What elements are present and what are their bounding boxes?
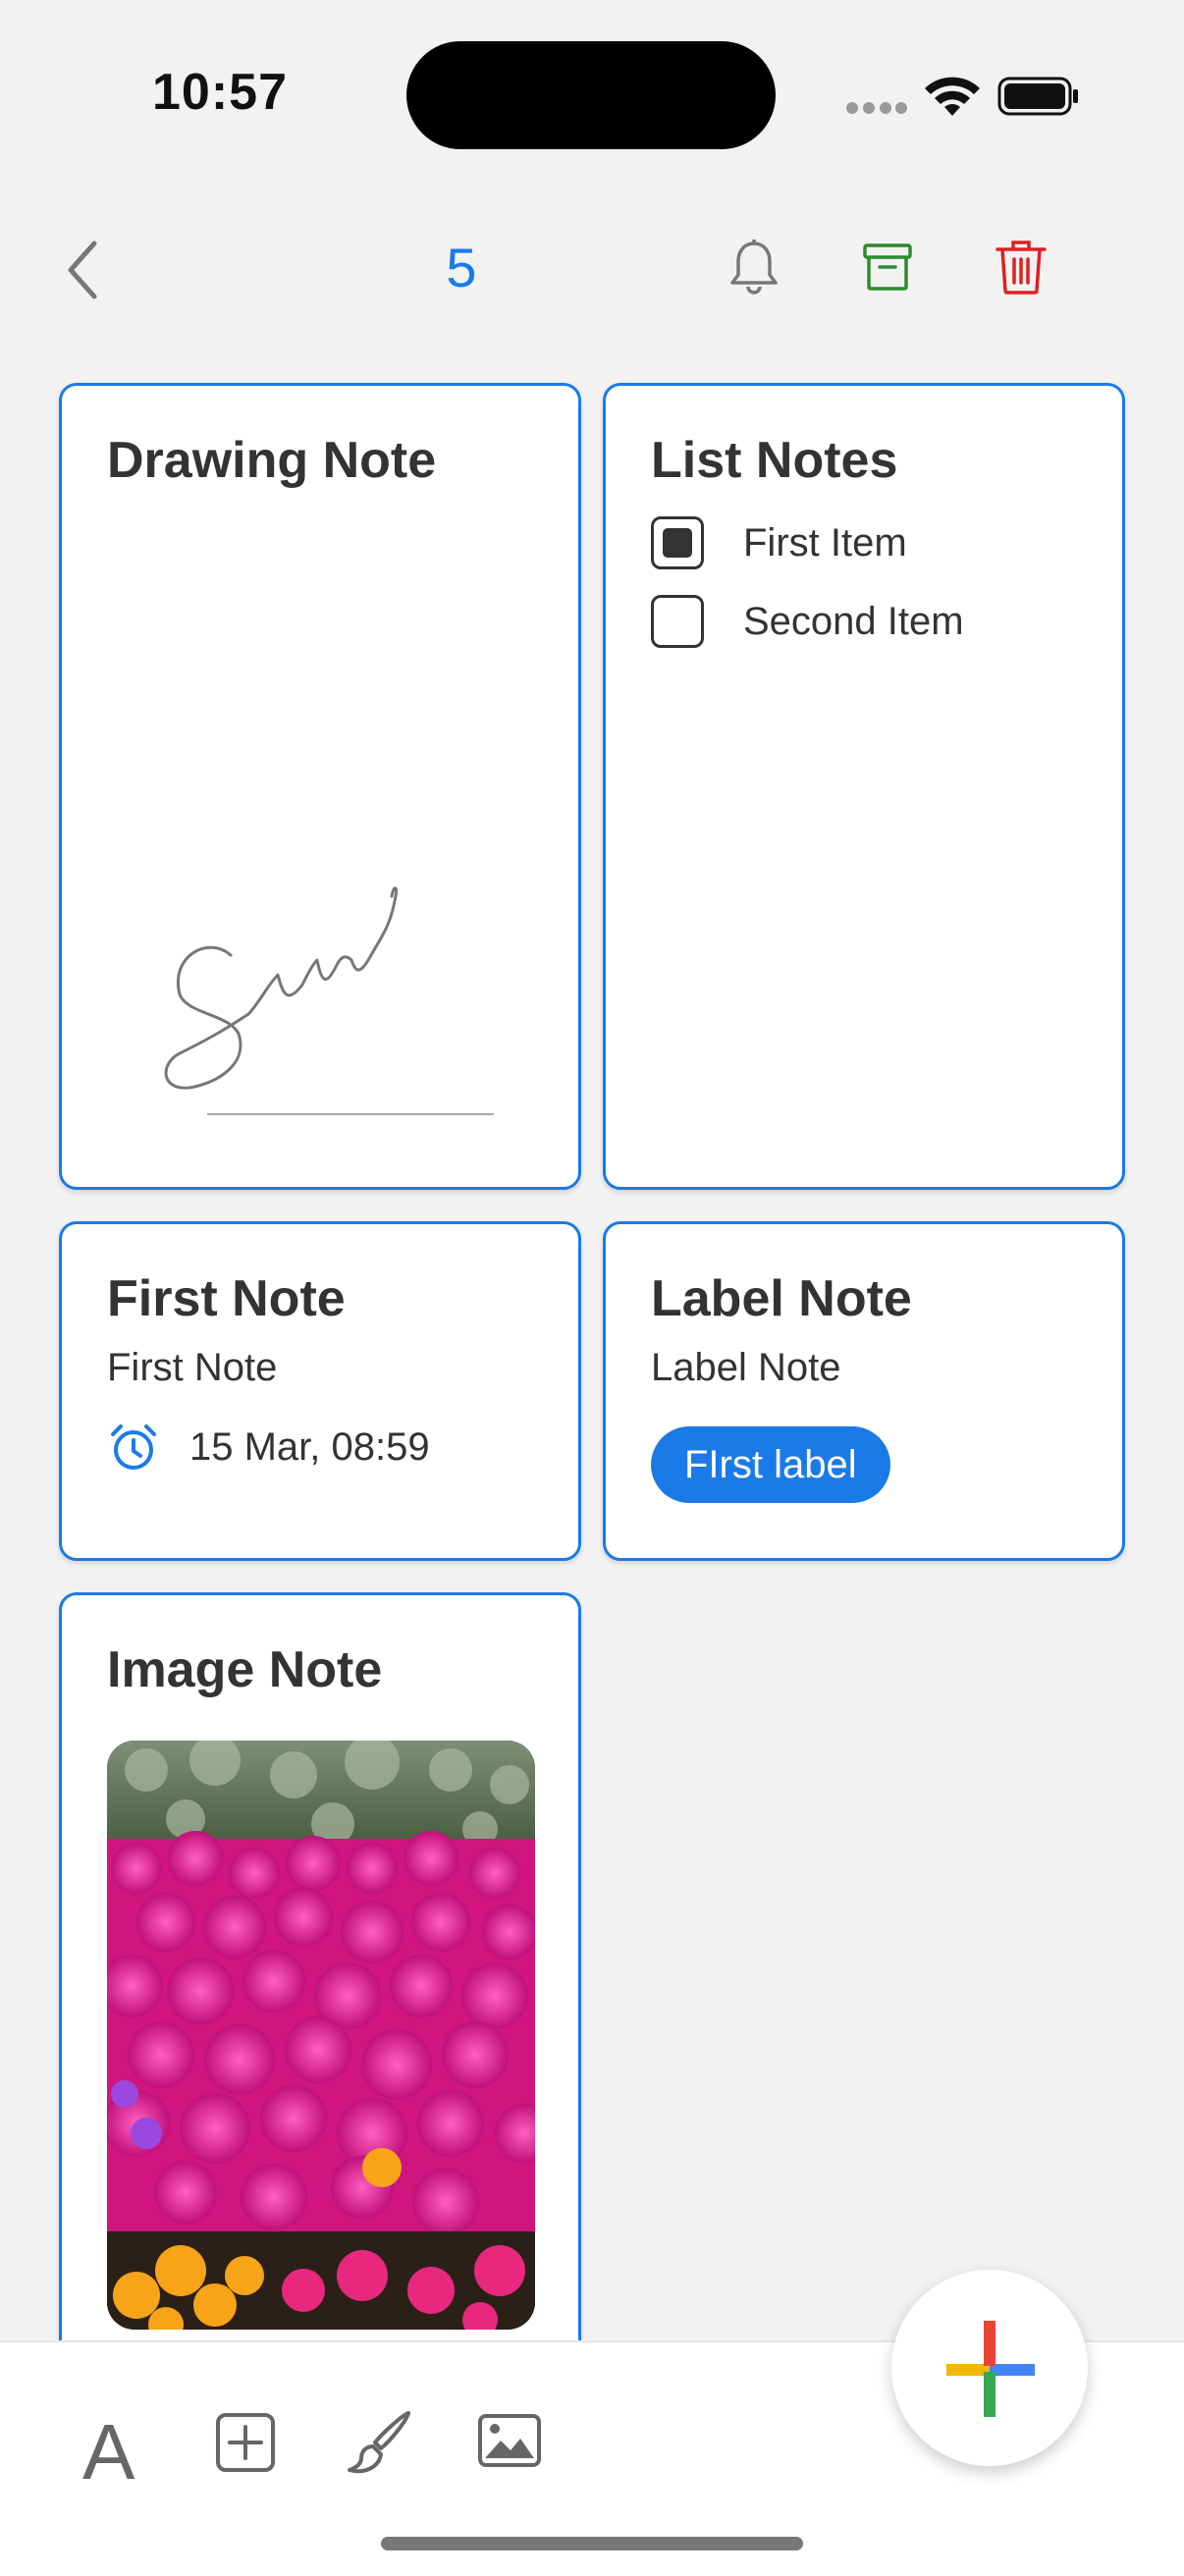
image-icon[interactable]: [477, 2413, 542, 2468]
note-title: Drawing Note: [107, 432, 437, 489]
wifi-icon: [925, 77, 980, 116]
note-image: [107, 1741, 535, 2330]
brush-icon[interactable]: [344, 2407, 414, 2478]
add-note-fab[interactable]: [891, 2270, 1088, 2466]
text-format-icon[interactable]: A: [82, 2413, 135, 2492]
archive-icon[interactable]: [862, 242, 913, 293]
list-item[interactable]: Second Item: [651, 592, 964, 651]
dynamic-island: [406, 41, 776, 149]
note-body: Label Note: [651, 1346, 841, 1389]
alarm-clock-icon: [111, 1424, 156, 1470]
drawing-sketch: [164, 886, 494, 1115]
note-card-image[interactable]: Image Note: [59, 1592, 581, 2417]
checkbox-unchecked[interactable]: [651, 595, 704, 648]
cellular-signal-icon: [846, 102, 907, 114]
list-item-label: First Item: [743, 520, 907, 564]
list-item-label: Second Item: [743, 599, 964, 643]
note-card-label[interactable]: Label Note Label Note FIrst label: [603, 1221, 1125, 1561]
back-chevron-icon[interactable]: [59, 236, 108, 304]
note-card-first[interactable]: First Note First Note 15 Mar, 08:59: [59, 1221, 581, 1561]
note-body: First Note: [107, 1346, 278, 1389]
list-item[interactable]: First Item: [651, 513, 907, 572]
status-time: 10:57: [152, 64, 288, 121]
home-indicator: [381, 2537, 803, 2550]
reminder-bell-icon[interactable]: [727, 238, 781, 296]
plus-icon: [946, 2321, 1035, 2417]
delete-trash-icon[interactable]: [994, 238, 1049, 296]
selected-count: 5: [446, 237, 477, 298]
label-chip[interactable]: FIrst label: [651, 1426, 890, 1503]
flower-photo: [107, 1741, 535, 2330]
note-title: List Notes: [651, 432, 898, 489]
battery-icon: [997, 77, 1078, 116]
checkbox-checked[interactable]: [651, 516, 704, 569]
note-card-list[interactable]: List Notes First Item Second Item: [603, 383, 1125, 1190]
reminder-row: 15 Mar, 08:59: [107, 1421, 430, 1474]
note-title: Image Note: [107, 1641, 383, 1698]
note-card-drawing[interactable]: Drawing Note: [59, 383, 581, 1190]
note-title: Label Note: [651, 1270, 912, 1327]
note-title: First Note: [107, 1270, 346, 1327]
reminder-datetime: 15 Mar, 08:59: [189, 1424, 430, 1469]
add-box-icon[interactable]: [214, 2411, 277, 2474]
